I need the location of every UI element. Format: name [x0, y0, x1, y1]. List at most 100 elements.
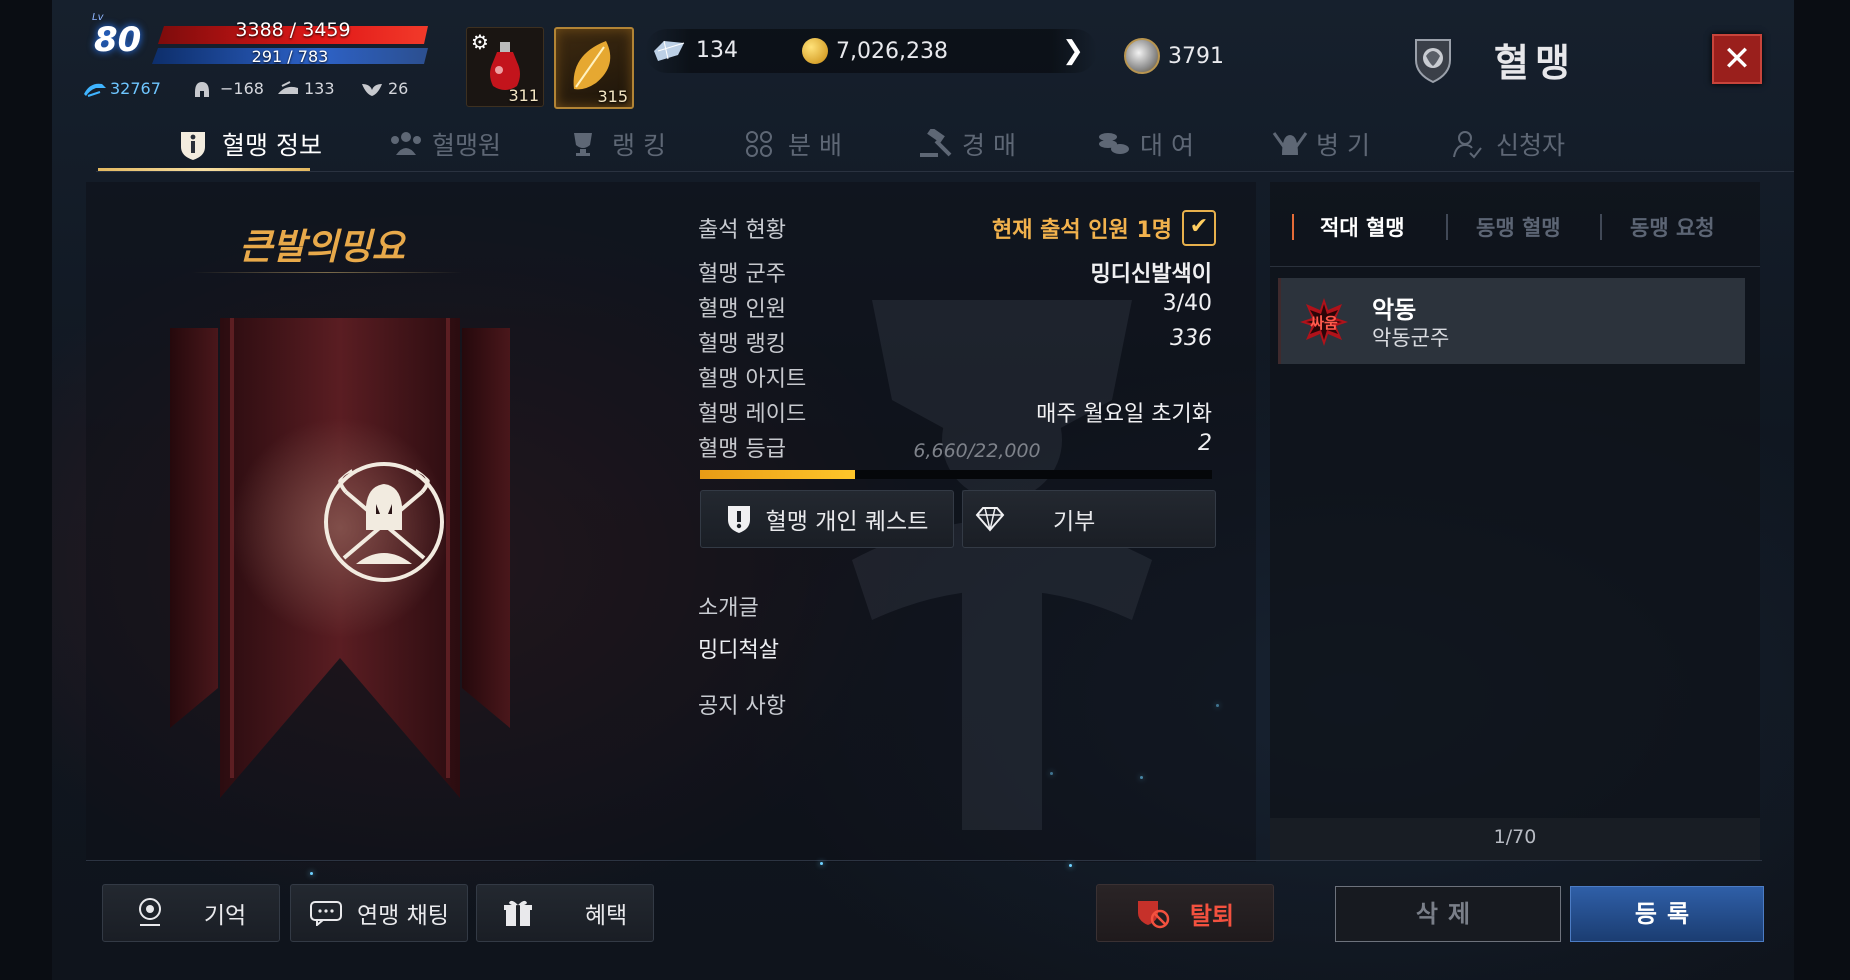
- sparkle: [820, 862, 823, 865]
- stat-defense: −168: [192, 79, 264, 98]
- notice-label: 공지 사항: [698, 694, 786, 719]
- attendance-check-icon[interactable]: ✔: [1182, 210, 1216, 246]
- gem-icon: [975, 507, 1005, 532]
- tab-applicants-label: 신청자: [1496, 131, 1566, 160]
- relation-tab-marker: [1292, 214, 1294, 240]
- coins-stack-icon: [1096, 129, 1129, 159]
- memory-label: 기억: [203, 903, 247, 929]
- row-members-label: 혈맹 인원: [698, 297, 786, 322]
- benefits-button[interactable]: 혜택: [476, 884, 654, 942]
- row-members: 혈맹 인원 3/40: [698, 291, 1212, 322]
- leaf-count: 315: [597, 87, 628, 106]
- stat-evasion: 133: [276, 79, 335, 98]
- row-leader: 혈맹 군주 밍디신발색이: [698, 256, 1212, 287]
- currency-gold: 7,026,238: [802, 38, 948, 64]
- tab-weapons-label: 병 기: [1316, 131, 1370, 160]
- stat-defense-value: −168: [220, 79, 264, 98]
- tab-ranking[interactable]: 랭 킹: [568, 118, 666, 170]
- clan-name: 큰발의밍요: [239, 227, 405, 268]
- applicant-icon: [1452, 129, 1484, 159]
- stat-wing-value: 26: [388, 79, 409, 98]
- row-ranking: 혈맹 랭킹 336: [698, 326, 1212, 357]
- hp-text: 3388 / 3459: [235, 19, 351, 41]
- quest-shield-icon: [727, 506, 750, 533]
- row-grade-value: 2: [1198, 431, 1212, 456]
- tab-allied-clans[interactable]: 동맹 혈맹: [1476, 212, 1561, 242]
- donate-label: 기부: [1053, 509, 1096, 535]
- clan-quest-button[interactable]: 혈맹 개인 퀘스트: [700, 490, 954, 548]
- tab-applicants[interactable]: 신청자: [1452, 118, 1565, 170]
- gavel-icon: [918, 127, 952, 159]
- row-ranking-value: 336: [1170, 326, 1212, 351]
- mp-text: 291 / 783: [251, 47, 329, 66]
- attendance-label: 출석 현황: [698, 218, 786, 243]
- stat-wing: 26: [360, 79, 408, 98]
- currency-token: 3791: [1124, 38, 1224, 74]
- row-hideout-label: 혈맹 아지트: [698, 367, 807, 392]
- clan-name-underline: [192, 272, 462, 273]
- token-value: 3791: [1168, 43, 1224, 69]
- relation-tab-sep-1: [1446, 214, 1448, 240]
- quick-slot-potion[interactable]: ⚙ 311: [466, 27, 544, 107]
- page-title: 혈맹: [1494, 41, 1576, 85]
- memory-pin-icon: [138, 898, 161, 926]
- clan-xp-fill: [700, 470, 855, 479]
- tab-members[interactable]: 혈맹원: [388, 118, 501, 170]
- relation-tab-sep-2: [1600, 214, 1602, 240]
- tab-alliance-requests[interactable]: 동맹 요청: [1630, 212, 1715, 242]
- donate-button[interactable]: 기부: [962, 490, 1216, 548]
- tab-ranking-label: 랭 킹: [612, 131, 666, 160]
- helmet-weapons-icon: [1272, 129, 1308, 159]
- tab-weapons[interactable]: 병 기: [1272, 118, 1370, 170]
- alliance-chat-label: 연맹 채팅: [357, 903, 449, 929]
- clan-emblem-reaper-icon: [324, 462, 444, 582]
- clan-xp-text: 6,660/22,000: [913, 440, 1041, 462]
- sparkle: [1050, 772, 1053, 775]
- intro-label: 소개글: [698, 596, 759, 621]
- delete-button[interactable]: 삭제: [1335, 886, 1561, 942]
- tab-clan-info[interactable]: 혈맹 정보: [178, 118, 322, 170]
- sparkle: [310, 872, 313, 875]
- leave-clan-button[interactable]: 탈퇴: [1096, 884, 1274, 942]
- row-hideout: 혈맹 아지트: [698, 361, 1212, 392]
- relations-header-divider: [1270, 266, 1760, 267]
- tab-members-label: 혈맹원: [432, 131, 502, 160]
- sparkle: [1140, 776, 1143, 779]
- hostile-clan-leader: 악동군주: [1372, 326, 1450, 350]
- tab-hostile-clans[interactable]: 적대 혈맹: [1320, 212, 1405, 242]
- sparkle: [1216, 704, 1219, 707]
- golden-leaf-icon: [573, 41, 611, 90]
- row-raid-label: 혈맹 레이드: [698, 402, 807, 427]
- stat-speed-value: 32767: [110, 79, 161, 98]
- gift-icon: [503, 900, 532, 926]
- clan-quest-label: 혈맹 개인 퀘스트: [765, 509, 929, 535]
- leave-shield-icon: [1137, 901, 1170, 929]
- info-shield-icon: [178, 129, 210, 160]
- close-icon: ✕: [1722, 39, 1752, 79]
- currency-diamond: 134: [650, 38, 738, 63]
- close-button[interactable]: ✕: [1712, 34, 1762, 84]
- row-members-value: 3/40: [1162, 291, 1212, 316]
- level-number: 80: [94, 20, 142, 60]
- memory-button[interactable]: 기억: [102, 884, 280, 942]
- row-raid-value: 매주 월요일 초기화: [1036, 402, 1212, 427]
- members-icon: [388, 129, 421, 159]
- alliance-chat-button[interactable]: 연맹 채팅: [290, 884, 468, 942]
- clan-crest-icon: [1415, 39, 1451, 84]
- game-window: Lv 80 3388 / 3459 291 / 783 32767 −168 1…: [52, 0, 1794, 980]
- quick-slot-leaf[interactable]: 315: [554, 27, 634, 109]
- tab-bar: 혈맹 정보 혈맹원 랭 킹 분 배 경 매 대 여 병 기 신청자: [96, 118, 1794, 172]
- register-button[interactable]: 등록: [1570, 886, 1764, 942]
- currency-expand-arrow[interactable]: ❯: [1058, 36, 1088, 66]
- gold-value: 7,026,238: [836, 38, 948, 64]
- tab-distribution[interactable]: 분 배: [744, 118, 842, 170]
- leave-clan-label: 탈퇴: [1189, 901, 1235, 930]
- fight-badge-icon: 싸움: [1300, 298, 1348, 346]
- tab-rental[interactable]: 대 여: [1096, 118, 1194, 170]
- row-ranking-label: 혈맹 랭킹: [698, 332, 786, 357]
- potion-count: 311: [508, 86, 539, 105]
- benefits-label: 혜택: [584, 903, 628, 929]
- fight-badge-text: 싸움: [1310, 314, 1338, 332]
- row-leader-label: 혈맹 군주: [698, 262, 786, 287]
- tab-auction[interactable]: 경 매: [918, 118, 1016, 170]
